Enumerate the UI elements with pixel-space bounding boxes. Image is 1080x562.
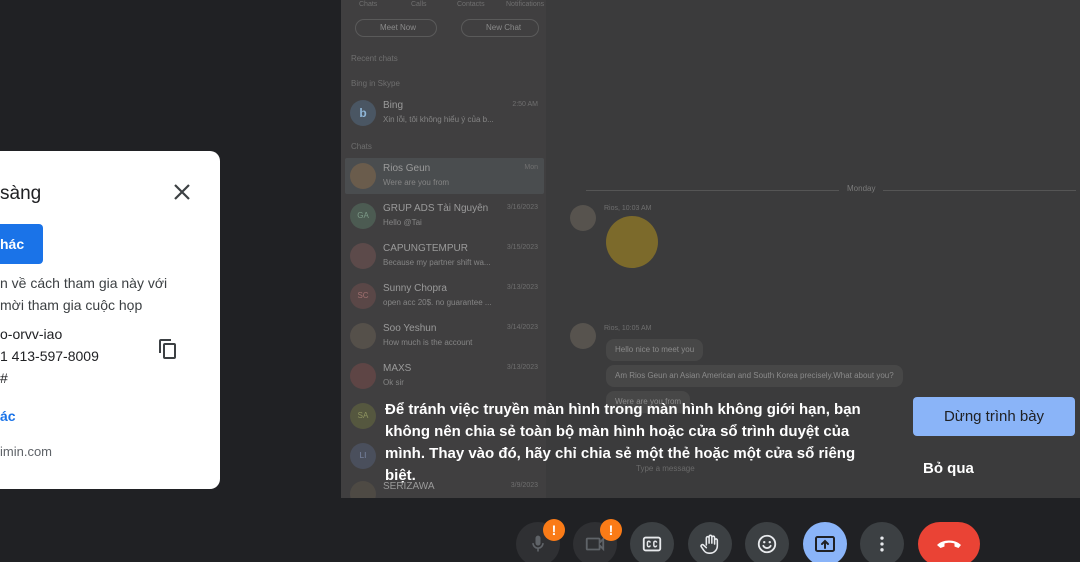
meeting-code: o-orvv-iao [0,326,63,342]
more-vert-icon [880,536,884,552]
message-bubble: Hello nice to meet you [606,339,704,361]
avatar [350,363,376,389]
description-line-2: mời tham gia cuộc họp [0,297,143,313]
day-divider-line [586,190,1076,191]
description-line-1: n về cách tham gia này với [0,275,168,291]
dismiss-warning-button[interactable]: Bỏ qua [923,460,974,477]
message-meta: Rios, 10:03 AM [604,205,652,212]
chat-time: Mon [524,164,538,171]
chat-time: 3/15/2023 [506,244,538,251]
more-options-button[interactable] [860,522,904,562]
day-divider-label: Monday [839,184,884,193]
chat-item: GA GRUP ADS Tài Nguyên Hello @Tai 3/16/2… [345,198,544,234]
chat-time: 3/14/2023 [506,324,538,331]
recent-chats-label: Recent chats [351,54,398,63]
close-icon[interactable] [170,180,194,204]
avatar [350,243,376,269]
avatar [350,323,376,349]
chat-name: Soo Yeshun [383,323,437,334]
new-chat-button: New Chat [461,19,539,37]
raise-hand-button[interactable] [688,522,732,562]
hand-icon [700,534,719,554]
chats-section-label: Chats [351,142,372,151]
card-title: sàng [0,183,42,204]
emoji-icon [757,534,777,554]
avatar [350,163,376,189]
chat-name: GRUP ADS Tài Nguyên [383,203,489,214]
present-screen-icon [815,536,835,552]
tab-contacts: Contacts [457,1,485,8]
skype-tabs: Chats Calls Contacts Notifications [341,0,546,12]
dial-in-pin: # [0,370,8,386]
avatar: SC [350,283,376,309]
message-meta: Rios, 10:05 AM [604,325,652,332]
chat-name: Rios Geun [383,163,431,174]
leave-call-button[interactable] [918,522,980,562]
chat-preview: Hello @Tai [383,218,422,227]
chat-item: b Bing Xin lỗi, tôi không hiểu ý của b..… [345,95,544,131]
avatar [350,481,376,498]
chat-name: Sunny Chopra [383,283,447,294]
chat-preview: Because my partner shift wa... [383,258,491,267]
bing-section-label: Bing in Skype [351,79,400,88]
chat-preview: How much is the account [383,338,473,347]
chat-time: 2:50 AM [512,101,538,108]
reactions-button[interactable] [745,522,789,562]
screen-share-warning: Để tránh việc truyền màn hình trong màn … [385,401,861,484]
chat-name: MAXS [383,363,412,374]
tab-notifications: Notifications [506,1,545,8]
share-invite-button[interactable]: hác [0,224,43,264]
chat-name: CAPUNGTEMPUR [383,243,469,254]
chat-time: 3/13/2023 [506,364,538,371]
chat-item: Rios Geun Were are you from Mon [345,158,544,194]
hang-up-icon [937,540,961,548]
avatar: GA [350,203,376,229]
chat-preview: Xin lỗi, tôi không hiểu ý của b... [383,115,494,124]
avatar: SA [350,403,376,429]
meet-now-button: Meet Now [355,19,437,37]
sender-avatar [570,323,596,349]
bing-avatar: b [350,100,376,126]
chat-preview: Were are you from [383,178,450,187]
mic-warning-badge: ! [543,519,565,541]
chat-item: MAXS Ok sir 3/13/2023 [345,358,544,394]
more-phone-numbers-link[interactable]: ác [0,408,16,424]
chat-preview: open acc 20$. no guarantee ... [383,298,492,307]
avatar: LI [350,443,376,469]
chat-item: SC Sunny Chopra open acc 20$. no guarant… [345,278,544,314]
chat-item: Soo Yeshun How much is the account 3/14/… [345,318,544,354]
tab-calls: Calls [411,1,427,8]
sender-avatar [570,205,596,231]
card-description: n về cách tham gia này với mời tham gia … [0,272,215,316]
tab-chats: Chats [359,1,378,8]
copy-icon[interactable] [155,337,179,361]
emoji-sticker [606,216,658,268]
present-screen-button[interactable] [803,522,847,562]
meeting-details-card: sàng hác n về cách tham gia này với mời … [0,151,220,489]
chat-name: Bing [383,100,404,111]
closed-captions-icon [642,536,662,552]
stop-presenting-button[interactable]: Dừng trình bày [913,397,1075,436]
chat-time: 3/16/2023 [506,204,538,211]
camera-warning-badge: ! [600,519,622,541]
chat-preview: Ok sir [383,378,404,387]
chat-item: CAPUNGTEMPUR Because my partner shift wa… [345,238,544,274]
captions-button[interactable] [630,522,674,562]
joined-as-email: imin.com [0,444,53,459]
message-bubble: Am Rios Geun an Asian American and South… [606,365,903,387]
dial-in-phone: 1 413-597-8009 [0,348,99,364]
chat-time: 3/13/2023 [506,284,538,291]
